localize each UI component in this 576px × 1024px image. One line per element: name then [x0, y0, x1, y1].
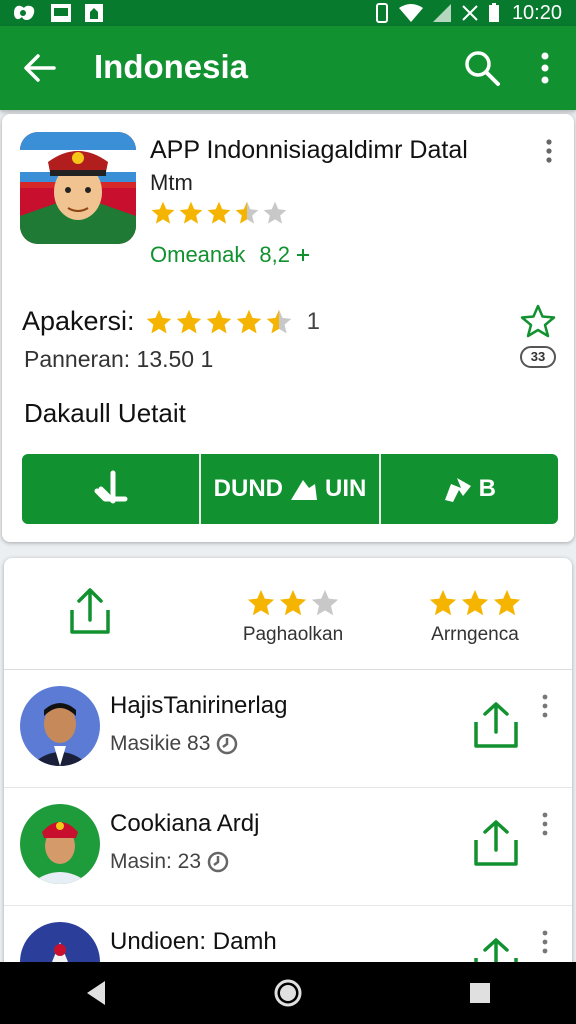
- battery-icon: [488, 3, 499, 22]
- update-button-label-2: UIN: [324, 475, 367, 502]
- item-title: HajisTanirinerlag: [110, 692, 288, 719]
- star-icon: [146, 309, 171, 333]
- star-icon: [263, 201, 287, 224]
- android-icon: [85, 4, 103, 22]
- reviews-card: Paghaolkan Arrngenca HajisTanirinerlag M…: [4, 558, 572, 978]
- app-bar: Indonesia: [0, 26, 576, 110]
- star-icon: [493, 589, 521, 616]
- home-circle-icon: [274, 979, 302, 1007]
- star-icon: [429, 589, 457, 616]
- summary-column-2[interactable]: Arrngenca: [400, 588, 550, 646]
- star-icon: [176, 309, 201, 333]
- summary-row: Paghaolkan Arrngenca: [4, 558, 572, 670]
- app-icon[interactable]: [20, 132, 136, 244]
- app-name: APP Indonnisiagaldimr Datal: [150, 136, 468, 164]
- nav-recents-button[interactable]: [460, 973, 500, 1013]
- search-icon[interactable]: [462, 48, 502, 88]
- downloads-info: Panneran: 13.50 1: [24, 346, 214, 372]
- page-title: Indonesia: [94, 48, 249, 85]
- clock-icon: [217, 733, 238, 755]
- summary-column-1[interactable]: Paghaolkan: [218, 588, 368, 646]
- download-button[interactable]: [22, 454, 200, 524]
- action-button-row: DUND UIN B: [22, 454, 558, 524]
- developer-name: Omeanak: [150, 242, 246, 267]
- more-vert-icon[interactable]: [538, 930, 552, 954]
- clock-time: 10:20: [511, 1, 562, 24]
- avatar: [20, 686, 100, 766]
- arrow-left-icon[interactable]: [22, 50, 58, 86]
- nav-back-button[interactable]: [76, 973, 116, 1013]
- size-badge: 33: [520, 346, 556, 368]
- star-icon: [266, 309, 291, 333]
- plus-icon: [297, 249, 310, 261]
- wifi-icon: [398, 4, 423, 22]
- star-icon: [461, 589, 489, 616]
- upload-icon: [290, 480, 317, 500]
- item-meta: Masin: 23: [110, 850, 229, 874]
- list-item[interactable]: Cookiana Ardj Masin: 23: [4, 788, 572, 906]
- status-bar: 10:20: [0, 0, 576, 26]
- more-vert-icon[interactable]: [530, 50, 560, 86]
- share-button-label: B: [478, 475, 496, 502]
- share-button[interactable]: B: [378, 454, 558, 524]
- star-icon: [179, 201, 203, 224]
- list-item[interactable]: HajisTanirinerlag Masikie 83: [4, 670, 572, 788]
- upload-icon[interactable]: [472, 700, 520, 750]
- clock-icon: [207, 851, 229, 873]
- avatar: [20, 804, 100, 884]
- system-nav-bar: [0, 962, 576, 1024]
- signal-icon: [432, 4, 451, 22]
- rating-row: Apakersi: 1: [22, 306, 320, 337]
- app-details-card: APP Indonnisiagaldimr Datal Mtm Omeanak 8…: [2, 114, 574, 542]
- item-meta-text: Masin: 23: [110, 850, 202, 873]
- recents-square-icon: [470, 983, 490, 1003]
- rating-label: Apakersi:: [22, 306, 135, 336]
- app-notification-icon: [14, 5, 35, 21]
- gallery-icon: [51, 4, 71, 22]
- star-icon: [311, 589, 339, 616]
- developer-count: 8,2: [259, 242, 290, 267]
- more-vert-icon[interactable]: [540, 138, 558, 164]
- item-meta: Masikie 83: [110, 732, 238, 756]
- item-meta-text: Masikie 83: [110, 732, 211, 755]
- vibrate-icon: [375, 3, 388, 23]
- app-subtitle: Mtm: [150, 170, 193, 195]
- nav-home-button[interactable]: [268, 973, 308, 1013]
- update-button-label: DUND: [213, 475, 283, 502]
- no-sim-icon: [462, 5, 478, 21]
- rating-stars: [145, 308, 293, 336]
- share-icon[interactable]: [68, 586, 112, 636]
- app-rating-stars: [150, 200, 288, 226]
- share-box-icon: [444, 478, 471, 502]
- star-icon: [235, 201, 259, 224]
- star-outline-icon[interactable]: [520, 304, 556, 338]
- summary-stars-1: [218, 588, 368, 618]
- star-icon: [236, 309, 261, 333]
- download-icon: [94, 470, 128, 504]
- item-title: Undioen: Damh: [110, 928, 277, 955]
- rating-count: 1: [306, 307, 320, 335]
- back-triangle-icon: [87, 981, 105, 1005]
- upload-icon[interactable]: [472, 818, 520, 868]
- more-vert-icon[interactable]: [538, 694, 552, 718]
- developer-link[interactable]: Omeanak 8,2: [150, 242, 310, 268]
- star-icon: [151, 201, 175, 224]
- star-icon: [206, 309, 231, 333]
- details-title: Dakaull Uetait: [24, 398, 186, 428]
- update-button[interactable]: DUND UIN: [199, 454, 379, 524]
- star-icon: [247, 589, 275, 616]
- item-title: Cookiana Ardj: [110, 810, 260, 837]
- summary-label-1: Paghaolkan: [242, 624, 344, 645]
- more-vert-icon[interactable]: [538, 812, 552, 836]
- summary-label-2: Arrngenca: [431, 624, 519, 645]
- star-icon: [279, 589, 307, 616]
- summary-stars-2: [400, 588, 550, 618]
- star-icon: [207, 201, 231, 224]
